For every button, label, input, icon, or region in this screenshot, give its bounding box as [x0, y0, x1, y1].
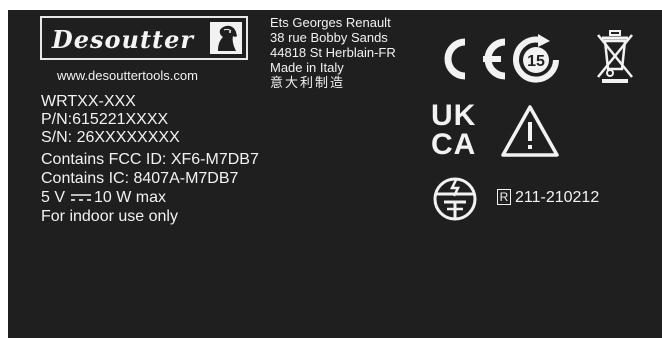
manufacturer-line: Ets Georges Renault	[270, 15, 391, 30]
manufacturer-line: 44818 St Herblain-FR	[270, 45, 396, 60]
ukca-top: UK	[431, 99, 477, 132]
website-url: www.desouttertools.com	[57, 68, 198, 83]
china-rohs-15-icon: 15	[513, 34, 559, 83]
warning-triangle-icon	[501, 105, 559, 157]
power-rating: 10 W max	[94, 189, 167, 206]
rohs-number: 15	[527, 53, 545, 70]
ce-mark-icon	[444, 38, 506, 80]
japan-giteki-icon	[433, 177, 477, 221]
manufacturer-line: Made in Italy	[270, 60, 344, 75]
product-label: Desoutter www.desouttertools.com Ets Geo…	[8, 10, 662, 338]
logo-text: Desoutter	[51, 25, 195, 54]
usage-note: For indoor use only	[41, 208, 178, 225]
ukca-bottom: CA	[431, 128, 477, 161]
serial-number: S/N: 26XXXXXXXX	[41, 129, 180, 146]
manufacturer-line-chinese: 意大利制造	[270, 76, 346, 91]
radio-r-box: R	[497, 189, 511, 205]
desoutter-logo: Desoutter	[40, 16, 248, 60]
ic-id: Contains IC: 8407A-M7DB7	[41, 170, 239, 187]
dc-symbol-icon	[71, 194, 91, 201]
model-number: WRTXX-XXX	[41, 93, 136, 110]
fcc-id: Contains FCC ID: XF6-M7DB7	[41, 151, 259, 168]
horse-logo-icon	[210, 22, 242, 54]
crossed-bin-weee-icon	[597, 30, 633, 83]
power-voltage: 5 V	[41, 189, 66, 206]
japan-radio-cert: R 211-210212	[497, 189, 637, 207]
part-number: P/N:615221XXXX	[41, 111, 169, 128]
radio-cert-number: 211-210212	[515, 189, 600, 206]
ukca-mark-icon: UK CA	[431, 99, 477, 161]
manufacturer-line: 38 rue Bobby Sands	[270, 30, 388, 45]
